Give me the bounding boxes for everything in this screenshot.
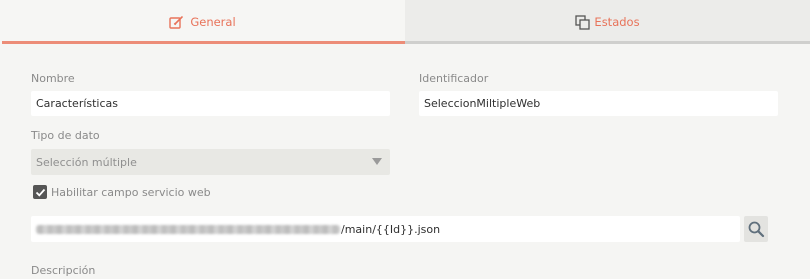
search-button[interactable] — [744, 216, 768, 242]
search-icon — [748, 221, 765, 238]
copy-icon — [575, 14, 591, 30]
caret-down-icon — [372, 158, 382, 165]
servicio-web-label: Habilitar campo servicio web — [51, 185, 211, 199]
identificador-label: Identificador — [419, 72, 489, 85]
nombre-label: Nombre — [31, 72, 75, 85]
tipo-dato-select[interactable]: Selección múltiple — [31, 149, 390, 175]
tab-estados[interactable]: Estados — [405, 0, 810, 44]
tab-general-label: General — [190, 15, 236, 29]
url-suffix: /main/{{Id}}.json — [341, 222, 441, 236]
tipo-dato-label: Tipo de dato — [31, 129, 100, 142]
tipo-dato-value: Selección múltiple — [36, 155, 137, 169]
descripcion-label: Descripción — [31, 264, 96, 277]
servicio-web-checkbox[interactable] — [33, 185, 47, 199]
tab-general[interactable]: General — [0, 0, 405, 44]
tab-estados-label: Estados — [594, 15, 640, 29]
tab-bar: General Estados — [0, 0, 810, 44]
url-input[interactable]: /main/{{Id}}.json — [31, 216, 740, 242]
identificador-input[interactable]: SeleccionMiltipleWeb — [419, 91, 778, 116]
servicio-web-row: Habilitar campo servicio web — [33, 185, 211, 199]
url-redacted — [36, 224, 340, 234]
edit-icon — [169, 15, 184, 30]
nombre-input[interactable]: Características — [31, 91, 390, 116]
check-icon — [35, 188, 45, 197]
